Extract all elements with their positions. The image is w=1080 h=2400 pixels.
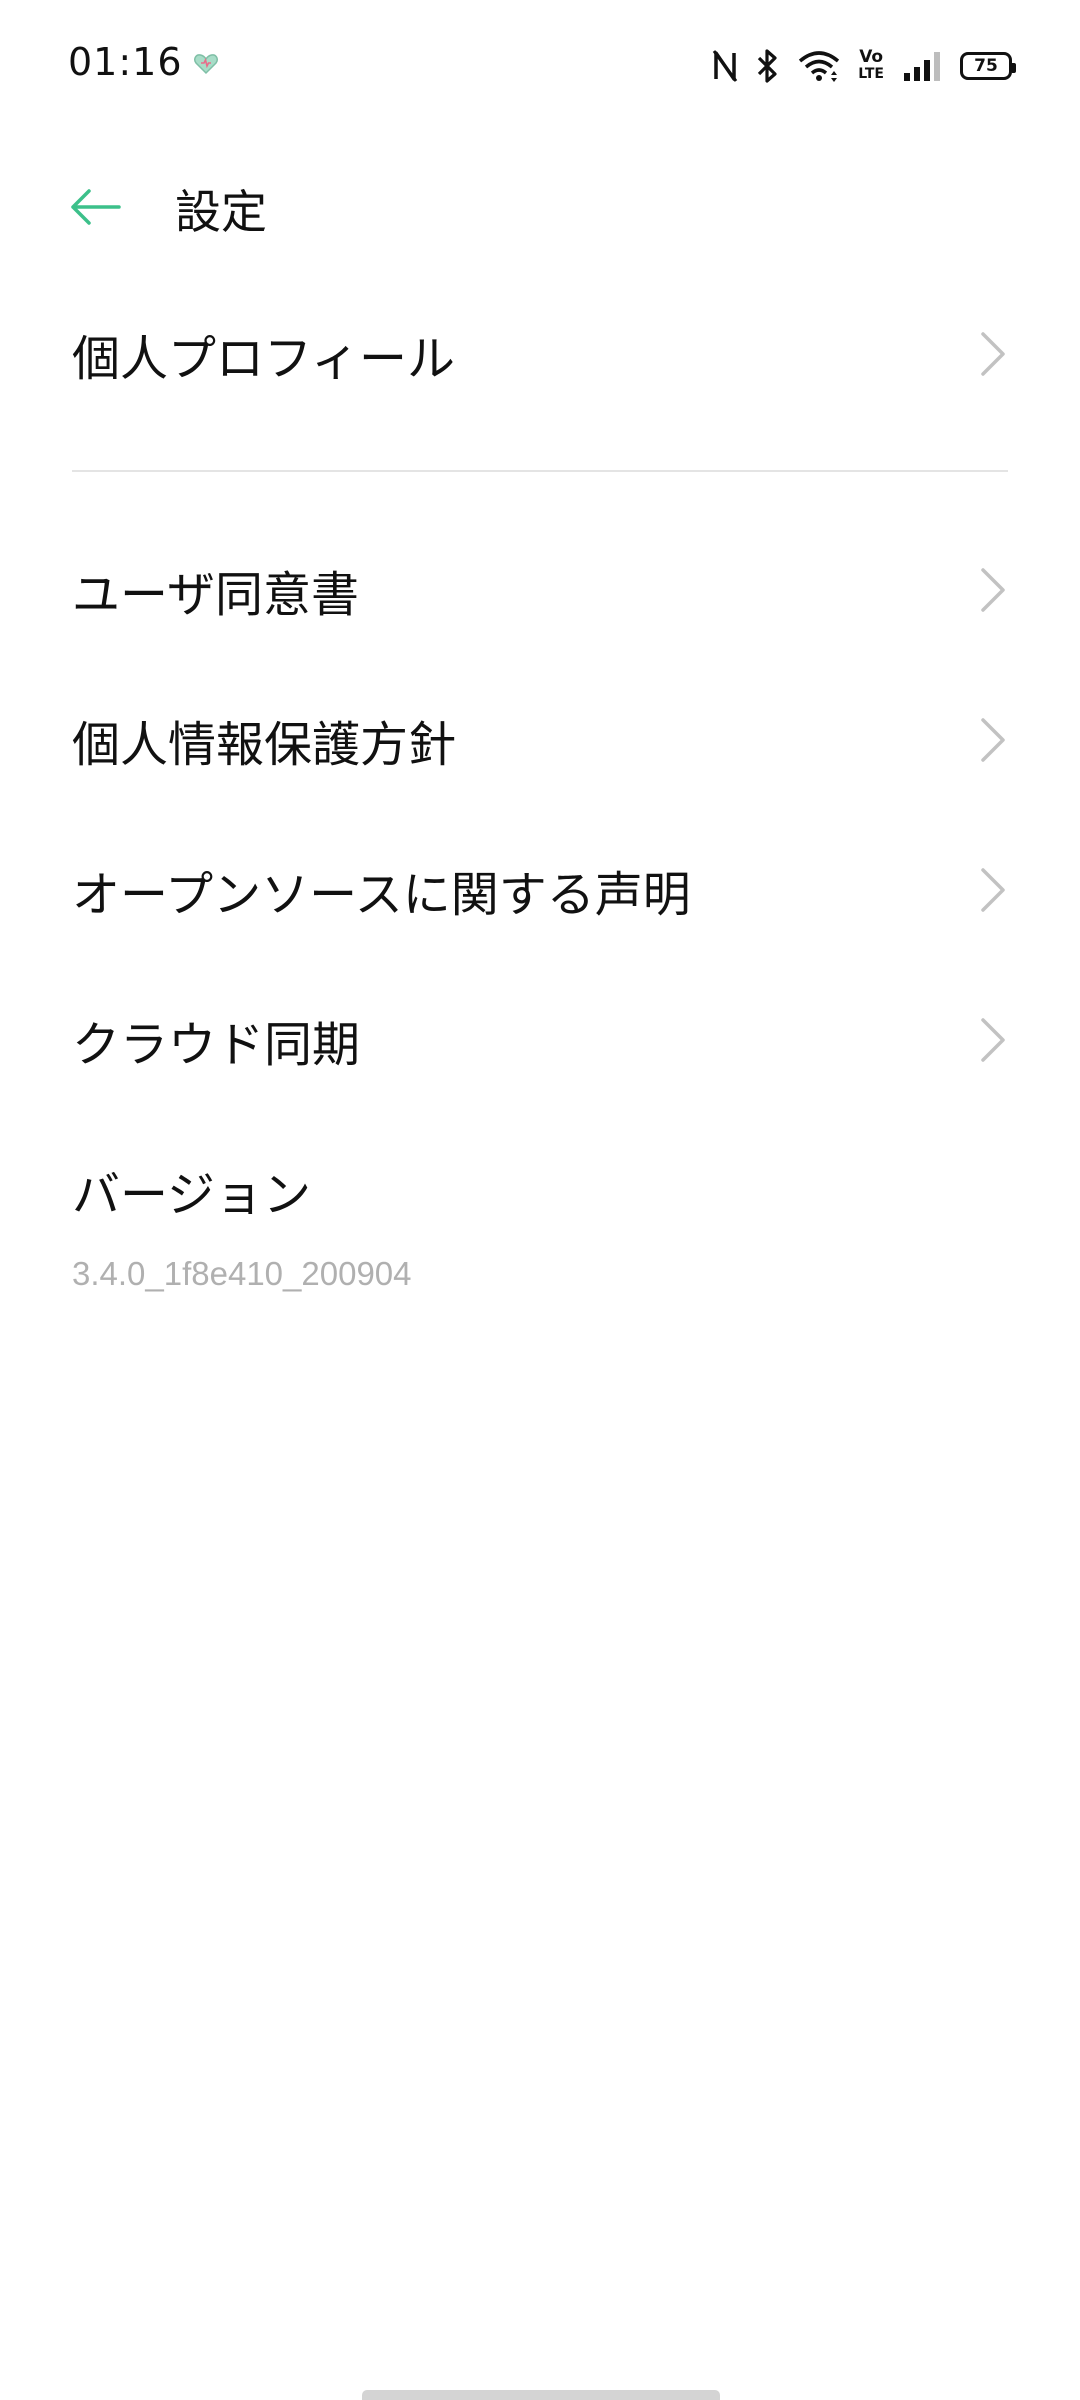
menu-item-label: オープンソースに関する声明 — [72, 867, 691, 923]
menu-item-profile[interactable]: 個人プロフィール — [0, 279, 1080, 429]
app-header: 設定 — [0, 150, 1080, 260]
volte-bottom-label: LTE — [858, 66, 884, 82]
battery-level: 75 — [974, 56, 998, 76]
nfc-icon — [712, 49, 738, 83]
back-arrow-icon — [71, 189, 121, 225]
battery-icon: 75 — [960, 52, 1016, 80]
chevron-right-icon — [981, 332, 1005, 376]
home-indicator[interactable] — [362, 2390, 720, 2400]
version-section: バージョン 3.4.0_1f8e410_200904 — [72, 1155, 412, 1293]
heart-notification-icon — [193, 51, 219, 77]
wifi-icon — [798, 49, 840, 83]
menu-item-label: 個人プロフィール — [72, 331, 456, 387]
chevron-right-icon — [981, 868, 1005, 912]
version-value: 3.4.0_1f8e410_200904 — [72, 1255, 412, 1292]
status-icons: Vo LTE 75 — [712, 44, 1016, 88]
menu-item-user-agreement[interactable]: ユーザ同意書 — [0, 515, 1080, 665]
volte-icon: Vo LTE — [858, 49, 884, 83]
chevron-right-icon — [981, 1018, 1005, 1062]
volte-top-label: Vo — [859, 47, 884, 67]
back-button[interactable] — [60, 172, 130, 242]
bluetooth-icon — [756, 48, 780, 84]
chevron-right-icon — [981, 718, 1005, 762]
menu-item-label: クラウド同期 — [72, 1017, 361, 1073]
settings-screen: 01:16 Vo LTE 75 設定 個人プロフィール ユーザ同意書 個人情報保… — [0, 0, 1080, 2400]
menu-item-cloud-sync[interactable]: クラウド同期 — [0, 965, 1080, 1115]
menu-item-open-source[interactable]: オープンソースに関する声明 — [0, 815, 1080, 965]
signal-icon — [902, 49, 942, 83]
menu-item-label: ユーザ同意書 — [72, 567, 360, 623]
section-divider — [72, 470, 1008, 472]
version-label: バージョン — [72, 1167, 312, 1223]
page-title: 設定 — [175, 185, 267, 239]
status-time: 01:16 — [68, 40, 183, 84]
menu-item-privacy-policy[interactable]: 個人情報保護方針 — [0, 665, 1080, 815]
menu-item-label: 個人情報保護方針 — [72, 717, 457, 773]
chevron-right-icon — [981, 568, 1005, 612]
status-bar: 01:16 Vo LTE 75 — [0, 0, 1080, 130]
